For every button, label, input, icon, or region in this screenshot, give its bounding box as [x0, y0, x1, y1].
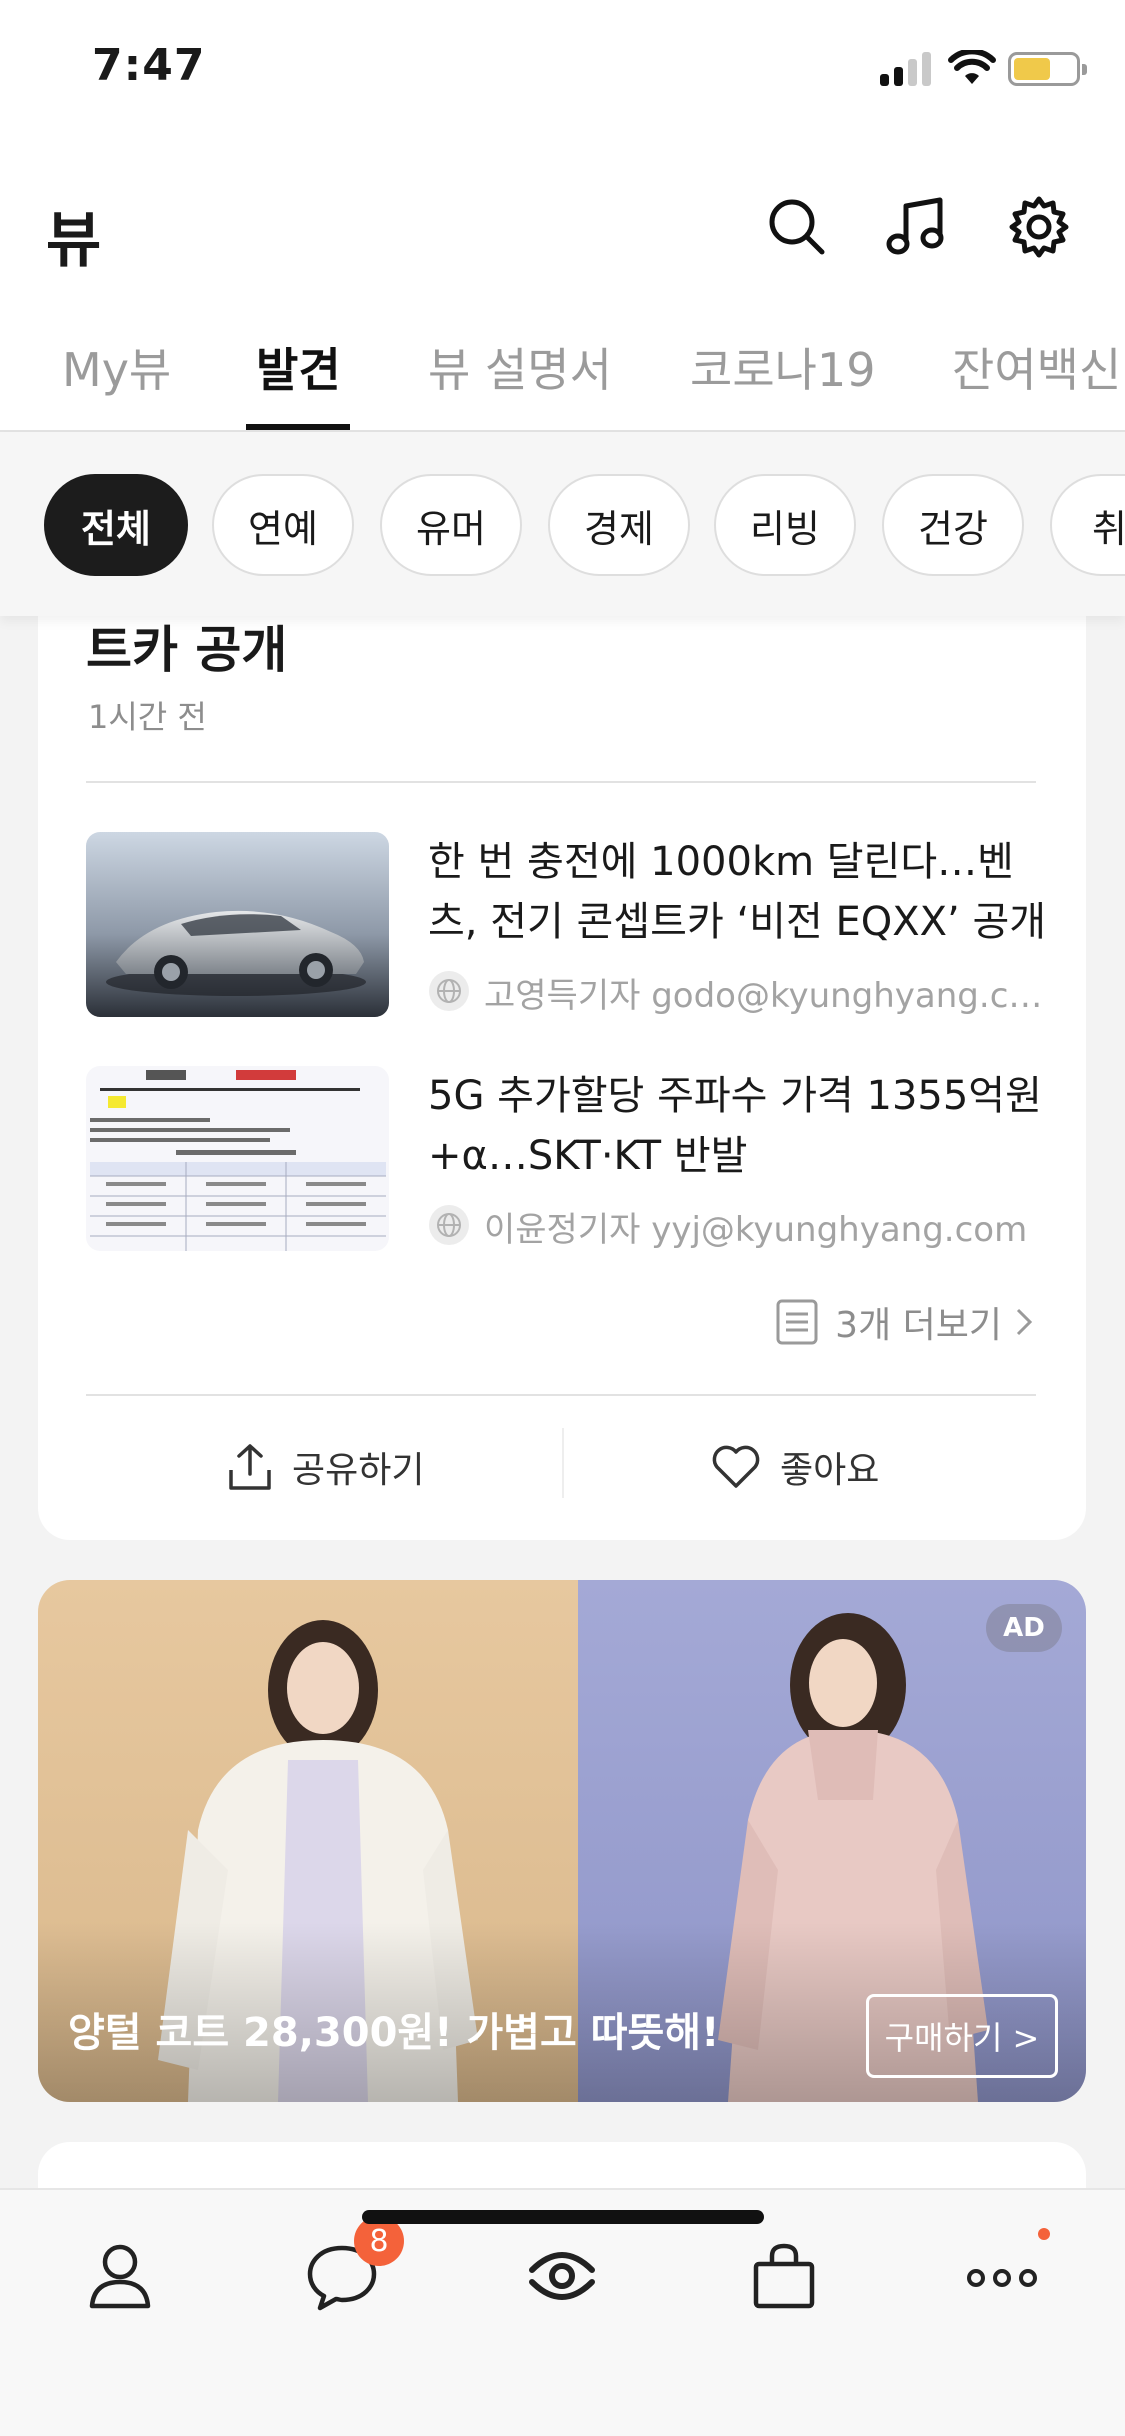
chip-economy[interactable]: 경제 — [548, 474, 690, 576]
bottom-nav: 8 — [0, 2188, 1125, 2436]
page-title: 뷰 — [46, 206, 102, 276]
list-icon — [776, 1299, 818, 1345]
spectrum-table-thumbnail — [86, 1066, 389, 1251]
chip-entertainment[interactable]: 연예 — [212, 474, 354, 576]
news-source: 고영득기자 godo@kyunghyang.com — [428, 968, 1046, 1016]
ad-text: 양털 코트 28,300원! 가볍고 따뜻해! — [68, 2010, 720, 2056]
tab-view-guide[interactable]: 뷰 설명서 — [428, 334, 612, 400]
news-card: 트카 공개 1시간 전 한 번 충전에 1000km 달린다…벤츠, 전기 콘셉… — [38, 580, 1086, 1540]
source-text: 고영득기자 godo@kyunghyang.com — [484, 976, 1046, 1016]
status-time: 7:47 — [92, 40, 206, 91]
car-thumbnail — [86, 832, 389, 1017]
globe-icon — [429, 1205, 469, 1245]
view-icon[interactable] — [522, 2236, 602, 2316]
chip-all[interactable]: 전체 — [44, 474, 188, 576]
news-item[interactable]: 5G 추가할당 주파수 가격 1355억원+α…SKT·KT 반발 이윤정기자 … — [86, 1066, 1046, 1256]
chip-humor[interactable]: 유머 — [380, 474, 522, 576]
divider — [86, 1394, 1036, 1396]
more-icon[interactable] — [962, 2236, 1042, 2316]
gear-icon[interactable] — [1004, 192, 1074, 262]
active-tab-indicator — [246, 424, 350, 430]
share-icon — [229, 1444, 271, 1490]
more-button[interactable]: 3개 더보기 — [775, 1292, 1036, 1352]
music-note-icon[interactable] — [882, 192, 952, 262]
category-chips: 전체 연예 유머 경제 리빙 건강 취미 — [0, 432, 1125, 616]
battery-icon — [1008, 52, 1087, 86]
ad-banner[interactable]: AD 양털 코트 28,300원! 가볍고 따뜻해! 구매하기 > — [38, 1580, 1086, 2102]
news-source: 이윤정기자 yyj@kyunghyang.com — [428, 1202, 1046, 1250]
tab-remaining-vaccine[interactable]: 잔여백신 — [952, 334, 1121, 400]
chevron-right-icon — [1016, 1308, 1033, 1336]
tab-bar: My뷰 발견 뷰 설명서 코로나19 잔여백신 — [0, 310, 1125, 432]
globe-icon — [429, 971, 469, 1011]
buy-button[interactable]: 구매하기 > — [866, 1994, 1058, 2078]
tab-discover[interactable]: 발견 — [256, 334, 341, 400]
divider — [86, 781, 1036, 783]
chip-hobby[interactable]: 취미 — [1050, 474, 1125, 576]
news-title[interactable]: 한 번 충전에 1000km 달린다…벤츠, 전기 콘셉트카 ‘비전 EQXX’… — [428, 832, 1048, 952]
profile-icon[interactable] — [80, 2236, 160, 2316]
share-label: 공유하기 — [292, 1450, 425, 1491]
news-item[interactable]: 한 번 충전에 1000km 달린다…벤츠, 전기 콘셉트카 ‘비전 EQXX’… — [86, 832, 1046, 1022]
search-icon[interactable] — [762, 192, 832, 262]
share-button[interactable]: 공유하기 — [226, 1432, 424, 1502]
news-title[interactable]: 5G 추가할당 주파수 가격 1355억원+α…SKT·KT 반발 — [428, 1066, 1048, 1186]
notification-dot — [1038, 2228, 1050, 2240]
card-headline[interactable]: 트카 공개 — [86, 610, 287, 682]
wifi-icon — [948, 50, 996, 84]
tab-my-view[interactable]: My뷰 — [62, 334, 171, 400]
ad-badge: AD — [986, 1604, 1062, 1652]
heart-icon — [712, 1445, 760, 1488]
status-bar: 7:47 — [0, 0, 1125, 140]
card-time: 1시간 전 — [88, 698, 207, 736]
tab-covid19[interactable]: 코로나19 — [690, 334, 876, 400]
like-label: 좋아요 — [780, 1450, 880, 1491]
chip-living[interactable]: 리빙 — [714, 474, 856, 576]
home-indicator — [362, 2210, 764, 2224]
cellular-signal-icon — [880, 52, 932, 86]
shopping-bag-icon[interactable] — [744, 2236, 824, 2316]
like-button[interactable]: 좋아요 — [710, 1432, 879, 1502]
chip-health[interactable]: 건강 — [882, 474, 1024, 576]
app-header: 뷰 — [0, 140, 1125, 310]
action-separator — [562, 1428, 564, 1498]
source-text: 이윤정기자 yyj@kyunghyang.com — [484, 1210, 1028, 1250]
more-label: 3개 더보기 — [835, 1305, 1002, 1346]
